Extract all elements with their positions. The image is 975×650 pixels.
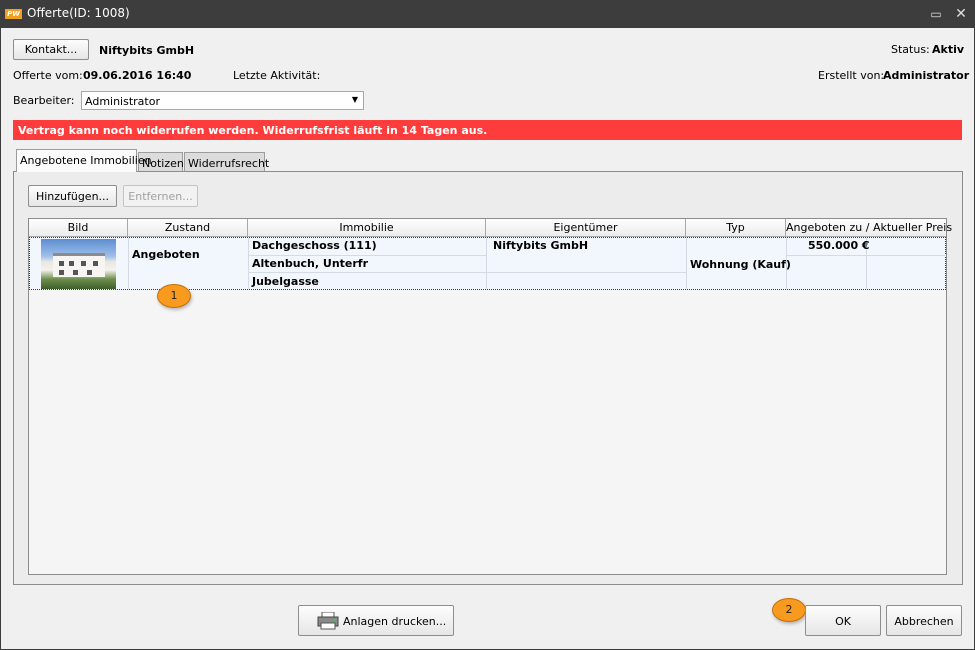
remove-button[interactable]: Entfernen... [123,185,198,207]
column-divider [486,238,487,289]
column-header-owner[interactable]: Eigentümer [486,219,686,237]
cell-property-line2: Altenbuch, Unterfr [252,257,369,270]
cell-property-line3: Jubelgasse [252,275,319,288]
column-divider [128,238,129,289]
cell-price: 550.000 € [808,239,870,252]
cell-property-line1: Dachgeschoss (111) [252,239,377,252]
window-title: Offerte(ID: 1008) [27,6,130,20]
cell-owner: Niftybits GmbH [493,239,589,252]
column-header-property[interactable]: Immobilie [248,219,486,237]
print-attachments-label: Anlagen drucken... [343,615,447,628]
app-logo-icon: PW [5,9,22,19]
house-thumbnail [41,239,116,289]
column-header-type[interactable]: Typ [686,219,786,237]
ok-button[interactable]: OK [805,605,881,636]
column-header-state[interactable]: Zustand [128,219,248,237]
dialog-body: Kontakt... Niftybits GmbH Status: Aktiv … [1,28,974,649]
chevron-down-icon[interactable]: ▼ [352,95,358,104]
cell-type: Wohnung (Kauf) [690,258,791,271]
row-divider [249,272,686,273]
table-row[interactable]: Angeboten Dachgeschoss (111) Altenbuch, … [29,237,946,290]
add-button[interactable]: Hinzufügen... [28,185,117,207]
status-label: Status: [891,43,930,56]
callout-marker-2: 2 [772,598,806,622]
printer-icon [317,612,339,630]
callout-marker-1: 1 [157,284,191,308]
tab-offered-properties[interactable]: Angebotene Immobilien [16,149,152,172]
created-by-label: Erstellt von: [818,69,885,82]
close-icon[interactable]: ✕ [953,6,969,22]
print-attachments-button[interactable]: Anlagen drucken... [298,605,454,636]
house-shape [53,253,105,277]
column-divider [686,238,687,289]
editor-label: Bearbeiter: [13,94,75,107]
maximize-icon[interactable]: ▭ [928,6,944,22]
created-by-value: Administrator [883,69,970,82]
status-value: Aktiv [932,43,965,56]
withdrawal-warning-banner: Vertrag kann noch widerrufen werden. Wid… [13,120,962,140]
column-divider [248,238,249,289]
offer-date-value: 09.06.2016 16:40 [83,69,192,82]
contact-button[interactable]: Kontakt... [13,39,89,60]
cell-state: Angeboten [132,248,200,261]
column-header-image[interactable]: Bild [29,219,128,237]
column-header-price[interactable]: Angeboten zu / Aktueller Preis [786,219,952,237]
tab-panel: Hinzufügen... Entfernen... Bild Zustand … [13,171,963,585]
row-divider [787,255,946,256]
title-bar: PW Offerte(ID: 1008) ▭ ✕ [0,0,975,28]
offer-date-label: Offerte vom: [13,69,83,82]
editor-dropdown[interactable]: Administrator ▼ [81,91,364,110]
tab-withdrawal-right[interactable]: Widerrufsrecht [184,152,269,172]
row-divider [249,255,486,256]
properties-table: Bild Zustand Immobilie Eigentümer Typ An… [28,218,952,575]
cancel-button[interactable]: Abbrechen [886,605,962,636]
contact-name: Niftybits GmbH [99,44,195,57]
last-activity-label: Letzte Aktivität: [233,69,321,82]
editor-dropdown-value: Administrator [85,95,160,108]
